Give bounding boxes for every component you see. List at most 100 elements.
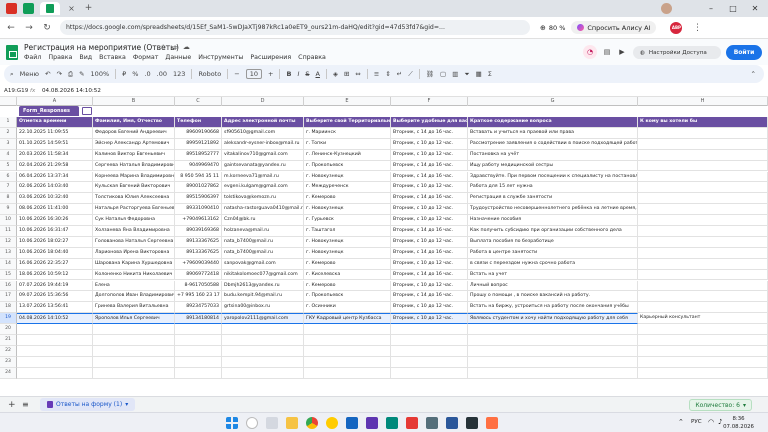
table-cell[interactable]: Корнеева Марина Владимировна [93,171,175,183]
table-cell[interactable]: 89518952777 [175,149,222,161]
table-cell[interactable]: Постановка на учёт [468,149,638,161]
table-cell[interactable]: m.korneeva71@mail.ru [222,171,304,183]
table-cell[interactable]: sanpovak@gmail.com [222,258,304,270]
table-cell[interactable] [638,193,768,205]
table-cell[interactable]: г. Ленинск-Кузнецкий [304,149,391,161]
table-cell[interactable]: в связи с переездом нужна срочно работа [468,258,638,270]
table-cell[interactable]: Вторник, с 10 до 12 час. [391,302,468,314]
table-header-cell[interactable]: Выберите свой Территориальный [304,117,391,128]
table-cell[interactable]: ГКУ Кадровый центр Кузбасса [304,313,391,325]
fill-color-icon[interactable]: ◈ [333,70,338,78]
table-cell[interactable]: Колоненко Никита Николаевич [93,269,175,281]
table-cell[interactable]: Работа в центре занятости [468,247,638,259]
formula-input[interactable]: 04.08.2026 14:10:52 [42,88,101,94]
empty-cell[interactable] [304,356,391,368]
row-number[interactable]: 16 [0,280,17,292]
url-field[interactable]: https://docs.google.com/spreadsheets/d/1… [60,20,530,35]
empty-cell[interactable] [93,324,175,335]
empty-cell[interactable] [175,324,222,335]
table-header-cell[interactable]: Фамилия, Имя, Отчество [93,117,175,128]
table-cell[interactable]: tolstikova@kemozn.ru [222,193,304,205]
row-number[interactable]: 20 [0,324,17,335]
table-cell[interactable]: Вторник, с 10 до 12 час. [391,215,468,226]
table-cell[interactable] [638,258,768,270]
row-number[interactable]: 19 [0,313,17,325]
table-cell[interactable]: 89331090410 [175,204,222,216]
italic-icon[interactable]: I [297,70,299,78]
empty-cell[interactable] [222,345,304,357]
table-cell[interactable]: vitakalinov710@gmail.com [222,149,304,161]
table-cell[interactable]: 8 950 594 35 11 [175,171,222,183]
column-header[interactable]: B [93,97,175,106]
table-header-cell[interactable]: Выберите удобные для вас д [391,117,468,128]
table-cell[interactable]: 01.10.2025 14:59:51 [17,138,93,150]
wifi-icon[interactable]: ◠ [708,418,714,426]
table-cell[interactable] [638,236,768,248]
table-cell[interactable]: Кульская Евгений Викторович [93,182,175,194]
table-cell[interactable]: Карьерный консультант [638,313,768,325]
table-cell[interactable] [638,215,768,226]
search-icon[interactable]: ⌕ [10,70,14,79]
table-cell[interactable]: Шарована Карина Хуршедовна [93,258,175,270]
app-icon-purple[interactable] [366,417,378,429]
column-header[interactable]: F [391,97,468,106]
table-header-cell[interactable]: К кому вы хотели бы [638,117,768,128]
empty-cell[interactable] [638,324,768,335]
table-cell[interactable]: budu.kempit.94@mail.ru [222,291,304,303]
select-all-corner[interactable] [0,97,17,106]
table-cell[interactable]: 89133367625 [175,247,222,259]
column-header[interactable]: C [175,97,222,106]
table-cell[interactable]: Вторник, с 14 до 16 час. [391,291,468,303]
table-cell[interactable]: 22.10.2025 11:09:55 [17,127,93,139]
align-vertical-icon[interactable]: ⇕ [385,70,390,78]
table-cell[interactable] [638,302,768,314]
table-cell[interactable]: +7 995 160 23 17 [175,291,222,303]
app-icon-gray[interactable] [426,417,438,429]
empty-cell[interactable] [304,345,391,357]
table-cell[interactable]: 02.06.2026 14:03:40 [17,182,93,194]
row-number[interactable]: 13 [0,247,17,259]
yandex-browser-icon[interactable] [326,417,338,429]
row-number[interactable]: 5 [0,160,17,172]
table-cell[interactable]: Ларионова Ирена Викторовна [93,247,175,259]
tray-chevron-icon[interactable]: ⌃ [678,418,684,426]
table-cell[interactable]: Вторник, с 10 до 12 час. [391,280,468,292]
row-number[interactable]: 2 [0,127,17,139]
empty-cell[interactable] [222,356,304,368]
table-cell[interactable]: г. Гурьевск [304,215,391,226]
new-tab-icon[interactable]: + [83,3,94,14]
table-cell[interactable]: Вторник, с 14 до 16 час. [391,193,468,205]
table-cell[interactable]: Вторник, с 10 до 12 час. [391,149,468,161]
row-number[interactable]: 10 [0,215,17,226]
row-number[interactable]: 7 [0,182,17,194]
table-cell[interactable]: г. Прокопьевск [304,291,391,303]
table-cell[interactable]: г. Новокузнецк [304,204,391,216]
language-indicator[interactable]: РУС [691,419,702,425]
table-cell[interactable]: Встать на учет [468,269,638,281]
table-cell[interactable] [638,269,768,281]
decrease-decimal-button[interactable]: .0 [144,70,150,78]
cloud-status-icon[interactable]: ☁ [183,43,190,51]
comments-icon[interactable]: ▤ [600,45,614,59]
empty-cell[interactable] [17,356,93,368]
table-cell[interactable] [638,247,768,259]
table-cell[interactable]: 18.06.2026 10:59:12 [17,269,93,281]
empty-cell[interactable] [17,324,93,335]
table-cell[interactable]: 06.04.2026 13:37:34 [17,171,93,183]
chrome-icon[interactable] [306,417,318,429]
table-cell[interactable] [638,204,768,216]
table-cell[interactable] [638,149,768,161]
empty-cell[interactable] [638,335,768,346]
currency-button[interactable]: ₽ [122,70,126,78]
font-size-input[interactable]: 10 [245,69,263,79]
row-number[interactable]: 15 [0,269,17,281]
table-cell[interactable]: 08.06.2026 11:41:00 [17,204,93,216]
row-number[interactable]: 3 [0,138,17,150]
empty-cell[interactable] [17,367,93,379]
table-cell[interactable]: evgeni.kulgam@gmail.com [222,182,304,194]
active-tab[interactable] [40,2,60,15]
row-number[interactable]: 9 [0,204,17,216]
strikethrough-icon[interactable]: S [305,70,309,78]
table-cell[interactable]: Прошу о помощи , в поиске вакансий на ра… [468,291,638,303]
row-number[interactable]: 11 [0,226,17,237]
